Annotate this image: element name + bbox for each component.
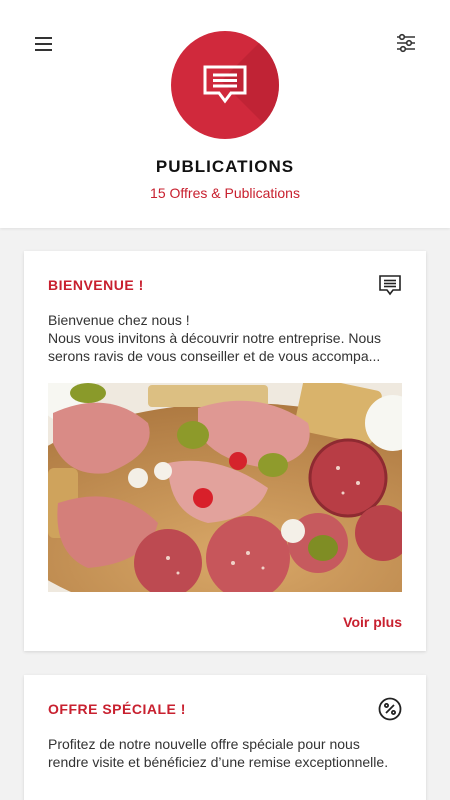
card-title: BIENVENUE ! <box>48 277 144 293</box>
card-description: Bienvenue chez nous ! Nous vous invitons… <box>48 312 382 364</box>
sliders-filter-icon[interactable] <box>394 31 418 55</box>
publications-avatar <box>171 31 279 139</box>
percent-badge-icon <box>378 697 402 721</box>
page-title: PUBLICATIONS <box>155 157 295 176</box>
publication-card[interactable]: OFFRE SPÉCIALE ! Profitez de notre nouve… <box>24 675 426 800</box>
voir-plus-link[interactable]: Voir plus <box>343 614 402 630</box>
message-icon <box>203 65 247 104</box>
page-subtitle: 15 Offres & Publications <box>150 185 300 201</box>
charcuterie-board-photo <box>48 383 402 592</box>
card-title: OFFRE SPÉCIALE ! <box>48 701 186 717</box>
page-header: PUBLICATIONS 15 Offres & Publications <box>0 0 450 228</box>
hamburger-menu-icon[interactable] <box>33 33 55 53</box>
card-description: Profitez de notre nouvelle offre spécial… <box>48 736 389 770</box>
message-icon <box>378 273 402 297</box>
publication-card[interactable]: BIENVENUE ! Bienvenue chez nous ! Nous v… <box>24 251 426 651</box>
